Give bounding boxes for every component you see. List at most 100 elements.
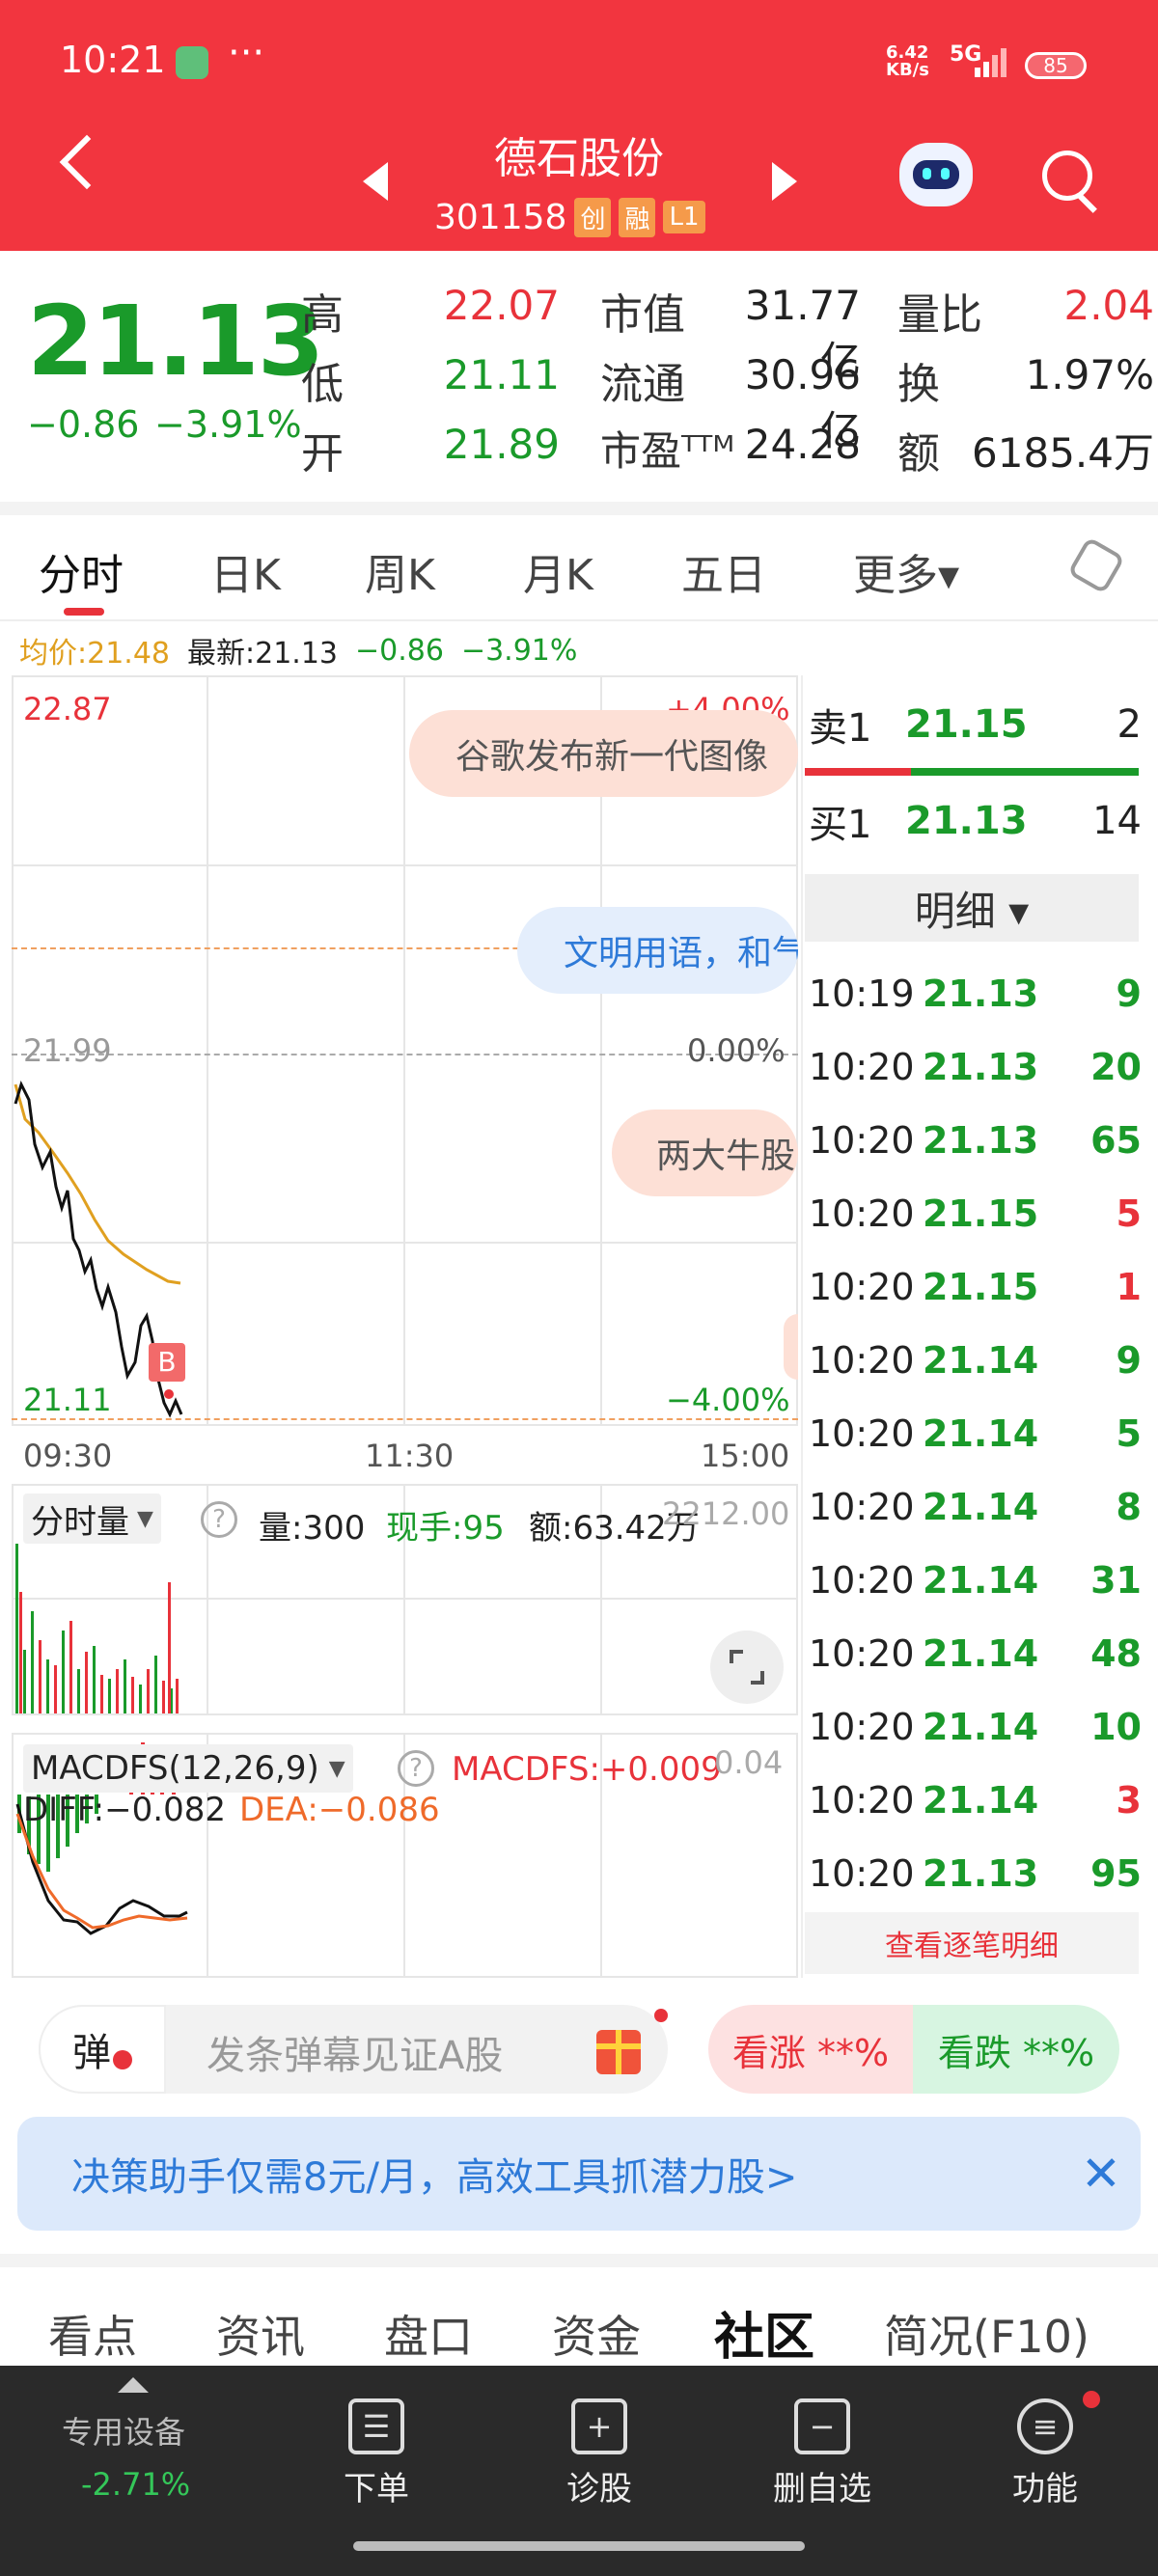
settings-icon[interactable]: [1066, 535, 1126, 595]
news-bubble-2[interactable]: 文明用语，和气: [517, 907, 798, 994]
prev-close-line: [12, 1054, 798, 1055]
trade-time: 10:20: [809, 1119, 915, 1162]
trade-row: 10:20 21.14 3: [809, 1764, 1142, 1837]
badge-l1: L1: [663, 201, 705, 233]
top-header: 10:21 ··· 6.42 KB/s 5G 85 德石股份 301158 创 …: [0, 0, 1158, 251]
danmu-placeholder: 发条弹幕见证A股: [207, 2034, 504, 2078]
trade-time: 10:19: [809, 973, 915, 1015]
remove-watchlist-label: 删自选: [773, 2470, 871, 2508]
trade-price: 21.14: [923, 1339, 1039, 1382]
macdfs-value: MACDFS:+0.009: [452, 1750, 722, 1789]
tab-funds[interactable]: 资金: [552, 2302, 641, 2366]
detail-dropdown[interactable]: 明细 ▾: [805, 874, 1139, 942]
grid-line: [207, 675, 208, 1426]
tab-orderbook[interactable]: 盘口: [384, 2302, 473, 2366]
news-bubble-1[interactable]: 谷歌发布新一代图像: [409, 710, 798, 797]
trade-row: 10:20 21.14 9: [809, 1324, 1142, 1397]
label-amount: 额: [897, 429, 940, 479]
news-bubble-3-text: 两大牛股: [656, 1137, 796, 1176]
buy-marker[interactable]: B: [149, 1343, 185, 1382]
tab-community[interactable]: 社区: [714, 2296, 814, 2369]
trade-time: 10:20: [809, 1632, 915, 1675]
news-bubble-4[interactable]: [784, 1314, 798, 1380]
menu-circle-icon: ≡: [1017, 2398, 1073, 2454]
label-turnover: 换: [897, 360, 940, 409]
trade-volume: 9: [1116, 973, 1142, 1015]
value-pe: 24.28: [744, 421, 861, 468]
expand-icon[interactable]: [710, 1631, 784, 1704]
functions-button[interactable]: ≡ 功能: [973, 2398, 1117, 2509]
tab-weekly-k[interactable]: 周K: [365, 540, 435, 602]
macd-indicator-label: MACDFS(12,26,9): [31, 1749, 319, 1788]
trade-volume: 10: [1090, 1706, 1142, 1748]
document-icon: ☰: [348, 2398, 404, 2454]
view-all-trades-link[interactable]: 查看逐笔明细: [805, 1912, 1139, 1974]
trade-time: 10:20: [809, 1779, 915, 1822]
search-icon[interactable]: [1042, 151, 1092, 201]
chevron-up-icon[interactable]: [118, 2377, 149, 2393]
trade-price: 21.14: [923, 1559, 1039, 1602]
tab-f10[interactable]: 简况(F10): [884, 2302, 1089, 2366]
x-label-close: 15:00: [701, 1438, 790, 1474]
bearish-button[interactable]: 看跌 **%: [913, 2005, 1119, 2094]
trade-row: 10:20 21.14 5: [809, 1397, 1142, 1470]
order-label: 下单: [344, 2470, 409, 2508]
value-amount: 6185.4万: [972, 429, 1154, 477]
next-stock-icon[interactable]: [772, 162, 797, 201]
diagnose-button[interactable]: + 诊股: [527, 2398, 672, 2509]
order-button[interactable]: ☰ 下单: [304, 2398, 449, 2509]
tab-monthly-k[interactable]: 月K: [523, 540, 593, 602]
tab-five-day[interactable]: 五日: [681, 540, 766, 602]
sell-1-volume: 2: [1117, 702, 1142, 747]
trade-row: 10:20 21.13 65: [809, 1104, 1142, 1177]
value-turnover: 1.97%: [1025, 351, 1154, 398]
trade-row: 10:20 21.15 1: [809, 1250, 1142, 1324]
tab-highlights[interactable]: 看点: [48, 2302, 137, 2366]
tab-more[interactable]: 更多▾: [853, 540, 959, 602]
add-box-icon: +: [571, 2398, 627, 2454]
home-indicator: [353, 2541, 805, 2551]
help-icon[interactable]: ?: [201, 1501, 237, 1538]
badge-chuang: 创: [574, 197, 612, 237]
trade-price: 21.13: [923, 1119, 1039, 1162]
sector-name[interactable]: 专用设备: [62, 2408, 185, 2453]
label-low: 低: [301, 360, 344, 409]
x-label-open: 09:30: [23, 1438, 113, 1474]
tabs-divider: [0, 619, 1158, 621]
y-label-top: 22.87: [23, 691, 112, 727]
remove-watchlist-button[interactable]: − 删自选: [750, 2398, 895, 2509]
trade-time: 10:20: [809, 1266, 915, 1308]
stock-code-row: 301158 创 融 L1: [434, 193, 705, 241]
news-bubble-3[interactable]: 两大牛股: [612, 1110, 798, 1196]
buy-1-price: 21.13: [905, 799, 1028, 843]
trade-time: 10:20: [809, 1559, 915, 1602]
close-icon[interactable]: ✕: [1081, 2146, 1121, 2202]
chart-info-bar: 均价:21.48 最新:21.13 −0.86 −3.91%: [19, 631, 577, 671]
macd-indicator-dropdown[interactable]: MACDFS(12,26,9) ▼: [23, 1744, 353, 1793]
diagnose-label: 诊股: [566, 2470, 632, 2508]
help-icon[interactable]: ?: [398, 1750, 434, 1787]
trade-row: 10:20 21.14 8: [809, 1470, 1142, 1544]
chevron-down-icon: ▼: [328, 1756, 345, 1781]
functions-label: 功能: [1012, 2470, 1078, 2508]
tab-intraday[interactable]: 分时: [39, 540, 124, 602]
buy-1-row: 买1 21.13 14: [809, 787, 1142, 855]
sell-bar-green: [911, 768, 1139, 776]
trade-volume: 31: [1090, 1559, 1142, 1602]
gift-icon[interactable]: [596, 2030, 641, 2074]
bottom-nav: 专用设备 -2.71% ☰ 下单 + 诊股 − 删自选 ≡ 功能: [0, 2366, 1158, 2576]
trade-price: 21.14: [923, 1632, 1039, 1675]
chevron-down-icon: ▼: [137, 1506, 153, 1531]
danmu-toggle[interactable]: 弹: [39, 2005, 166, 2094]
promo-banner[interactable]: 决策助手仅需8元/月，高效工具抓潜力股> ✕: [17, 2117, 1141, 2231]
search-icon-handle: [1078, 194, 1097, 213]
label-float-cap: 流通: [600, 360, 685, 409]
news-bubble-1-text: 谷歌发布新一代图像: [455, 737, 769, 777]
stock-name: 德石股份: [494, 134, 664, 183]
tab-daily-k[interactable]: 日K: [210, 540, 281, 602]
tab-news[interactable]: 资讯: [216, 2302, 305, 2366]
trade-row: 10:20 21.15 5: [809, 1177, 1142, 1250]
bullish-button[interactable]: 看涨 **%: [708, 2005, 913, 2094]
diff-value: DIFF:−0.082: [23, 1791, 226, 1829]
robot-assistant-icon[interactable]: [899, 143, 973, 206]
